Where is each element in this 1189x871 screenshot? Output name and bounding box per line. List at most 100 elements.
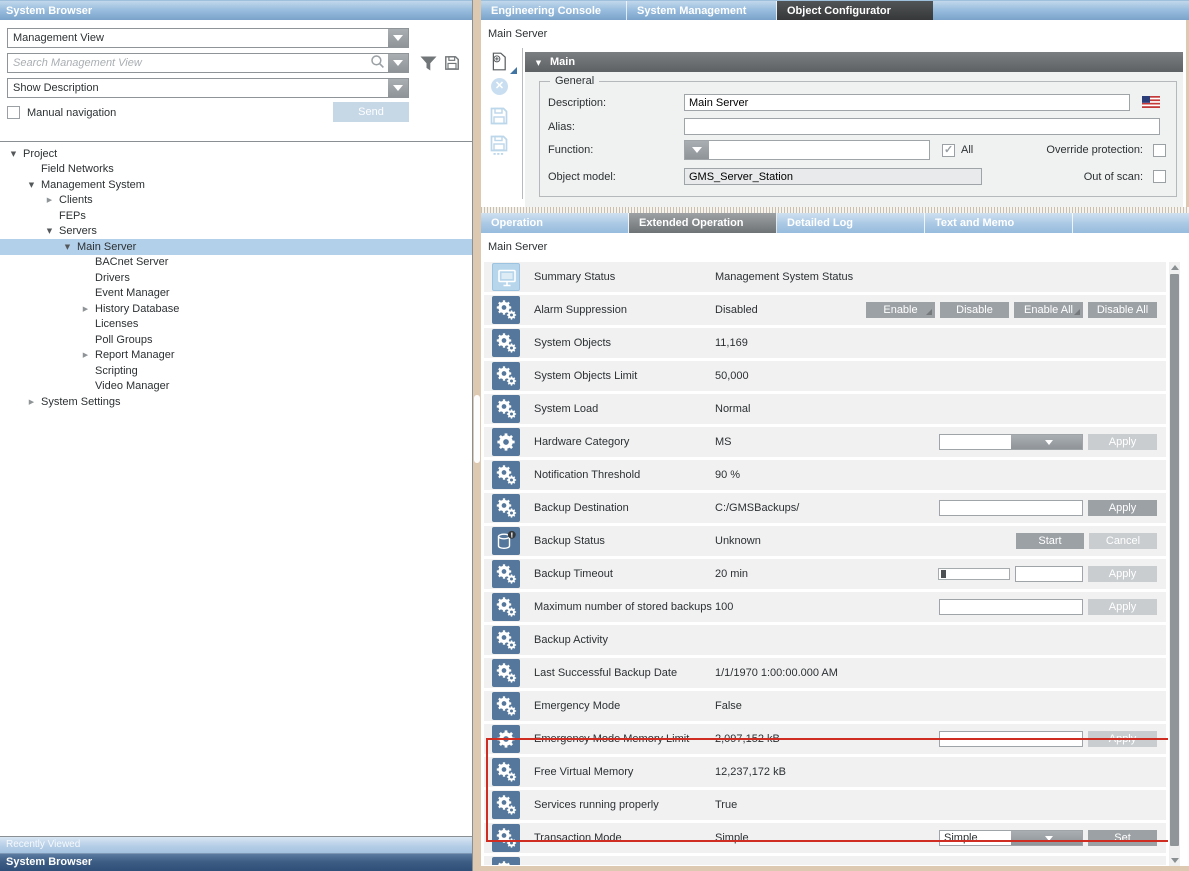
tab-operation[interactable]: Operation xyxy=(481,213,629,233)
row-input[interactable] xyxy=(939,500,1083,516)
tree-item-scripting[interactable]: Scripting xyxy=(0,363,472,379)
tab-text-and-memo[interactable]: Text and Memo xyxy=(925,213,1073,233)
apply-button[interactable]: Apply xyxy=(1088,566,1157,582)
save-as-icon[interactable] xyxy=(489,134,515,158)
row-select[interactable]: Simple xyxy=(939,830,1083,846)
collapse-icon[interactable]: ▼ xyxy=(26,181,37,189)
system-browser-bottom-bar[interactable]: System Browser xyxy=(0,853,472,871)
tab-extended-operation[interactable]: Extended Operation xyxy=(629,213,777,233)
tree-item-servers[interactable]: ▼ Servers xyxy=(0,224,472,240)
tree-item-field-networks[interactable]: Field Networks xyxy=(0,162,472,178)
set-button[interactable]: Set xyxy=(1088,830,1157,846)
expand-icon[interactable]: ▶ xyxy=(80,351,91,359)
alias-label: Alias: xyxy=(548,121,684,133)
slider-thumb[interactable] xyxy=(941,570,946,578)
tree-item-report-manager[interactable]: ▶Report Manager xyxy=(0,348,472,364)
enable-all-button[interactable]: Enable All xyxy=(1014,302,1083,318)
new-object-menu-icon[interactable] xyxy=(510,67,517,74)
search-options-chevron-icon[interactable] xyxy=(388,54,408,72)
apply-button[interactable]: Apply xyxy=(1088,731,1157,747)
view-selector[interactable]: Management View xyxy=(7,28,409,48)
disable-button[interactable]: Disable xyxy=(940,302,1009,318)
tree-item-feps[interactable]: FEPs xyxy=(0,208,472,224)
row-input[interactable] xyxy=(939,599,1083,615)
scroll-up-icon[interactable] xyxy=(1169,262,1180,273)
gears-icon xyxy=(492,791,520,819)
save-search-icon[interactable] xyxy=(444,55,460,74)
scrollbar-thumb[interactable] xyxy=(1170,274,1179,846)
tree-item-licenses[interactable]: Licenses xyxy=(0,317,472,333)
filter-icon[interactable] xyxy=(420,56,437,74)
apply-button[interactable]: Apply xyxy=(1088,434,1157,450)
scroll-down-icon[interactable] xyxy=(1169,855,1180,866)
chevron-down-icon[interactable] xyxy=(1011,831,1082,845)
chevron-down-icon[interactable] xyxy=(388,29,408,47)
save-icon[interactable] xyxy=(489,106,515,130)
tree-item-video-manager[interactable]: Video Manager xyxy=(0,379,472,395)
row-emergency-mode-memory-limit: Emergency Mode Memory Limit 2,097,152 kB… xyxy=(484,724,1166,754)
collapse-icon[interactable]: ▼ xyxy=(8,150,19,158)
tree-item-label: Servers xyxy=(59,225,97,237)
tab-system-management[interactable]: System Management xyxy=(627,1,777,21)
gears-icon xyxy=(492,758,520,786)
chevron-down-icon[interactable] xyxy=(685,141,709,159)
property-value: 100 xyxy=(715,592,733,622)
apply-button[interactable]: Apply xyxy=(1088,500,1157,516)
override-protection-checkbox[interactable] xyxy=(1153,144,1166,157)
disable-all-button[interactable]: Disable All xyxy=(1088,302,1157,318)
function-selector[interactable] xyxy=(684,140,930,160)
toolbar-divider xyxy=(522,48,523,199)
tree-item-main-server[interactable]: ▼Main Server xyxy=(0,239,472,255)
enable-button[interactable]: Enable xyxy=(866,302,935,318)
description-field[interactable] xyxy=(684,94,1130,111)
row-input[interactable] xyxy=(939,731,1083,747)
tab-detailed-log[interactable]: Detailed Log xyxy=(777,213,925,233)
send-button[interactable]: Send xyxy=(333,102,409,122)
expand-icon[interactable]: ▶ xyxy=(80,305,91,313)
chevron-down-icon[interactable] xyxy=(1011,435,1082,449)
new-object-icon[interactable] xyxy=(489,50,515,74)
row-select[interactable] xyxy=(939,434,1083,450)
delete-icon[interactable]: ✕ xyxy=(489,78,515,102)
recently-viewed-bar[interactable]: Recently Viewed xyxy=(0,836,472,853)
property-controls: Apply xyxy=(939,500,1157,516)
start-button[interactable]: Start xyxy=(1016,533,1084,549)
object-model-field xyxy=(684,168,982,185)
collapse-icon[interactable]: ▼ xyxy=(44,227,55,235)
expand-icon[interactable]: ▶ xyxy=(26,398,37,406)
panel-splitter-handle[interactable] xyxy=(474,395,480,463)
tree-item-event-manager[interactable]: Event Manager xyxy=(0,286,472,302)
display-mode-selector[interactable]: Show Description xyxy=(7,78,409,98)
tree-item-label: BACnet Server xyxy=(95,256,168,268)
tree-item-history-database[interactable]: ▶History Database xyxy=(0,301,472,317)
out-of-scan-checkbox[interactable] xyxy=(1153,170,1166,183)
expand-icon[interactable]: ▶ xyxy=(44,196,55,204)
tree-item-bacnet-server[interactable]: BACnet Server xyxy=(0,255,472,271)
tree-item-management-system[interactable]: ▼Management System xyxy=(0,177,472,193)
tree-item-clients[interactable]: ▶Clients xyxy=(0,193,472,209)
gears-icon xyxy=(492,659,520,687)
property-value: 90 % xyxy=(715,460,740,490)
tree-item-drivers[interactable]: Drivers xyxy=(0,270,472,286)
property-label: Emergency Mode Memory Limit xyxy=(534,724,689,754)
row-input[interactable] xyxy=(1015,566,1083,582)
tree-item-system-settings[interactable]: ▶System Settings xyxy=(0,394,472,410)
timeout-slider[interactable] xyxy=(938,568,1010,580)
tab-object-configurator[interactable]: Object Configurator xyxy=(777,1,933,21)
manual-navigation-checkbox[interactable] xyxy=(7,106,20,119)
chevron-down-icon[interactable] xyxy=(388,79,408,97)
search-icon[interactable] xyxy=(370,54,385,72)
collapse-icon[interactable]: ▼ xyxy=(62,243,73,251)
tree-item-project[interactable]: ▼Project xyxy=(0,146,472,162)
tab-engineering-console[interactable]: Engineering Console xyxy=(481,1,627,21)
tree-item-poll-groups[interactable]: Poll Groups xyxy=(0,332,472,348)
alias-field[interactable] xyxy=(684,118,1160,135)
all-checkbox[interactable] xyxy=(942,144,955,157)
main-section-header[interactable]: ▼Main xyxy=(525,52,1183,72)
apply-button[interactable]: Apply xyxy=(1088,599,1157,615)
system-browser-tree: ▼ProjectField Networks▼Management System… xyxy=(0,142,472,836)
cancel-button[interactable]: Cancel xyxy=(1089,533,1157,549)
search-input[interactable] xyxy=(8,54,370,72)
vertical-scrollbar[interactable] xyxy=(1169,262,1180,866)
collapse-section-icon[interactable]: ▼ xyxy=(533,53,544,73)
